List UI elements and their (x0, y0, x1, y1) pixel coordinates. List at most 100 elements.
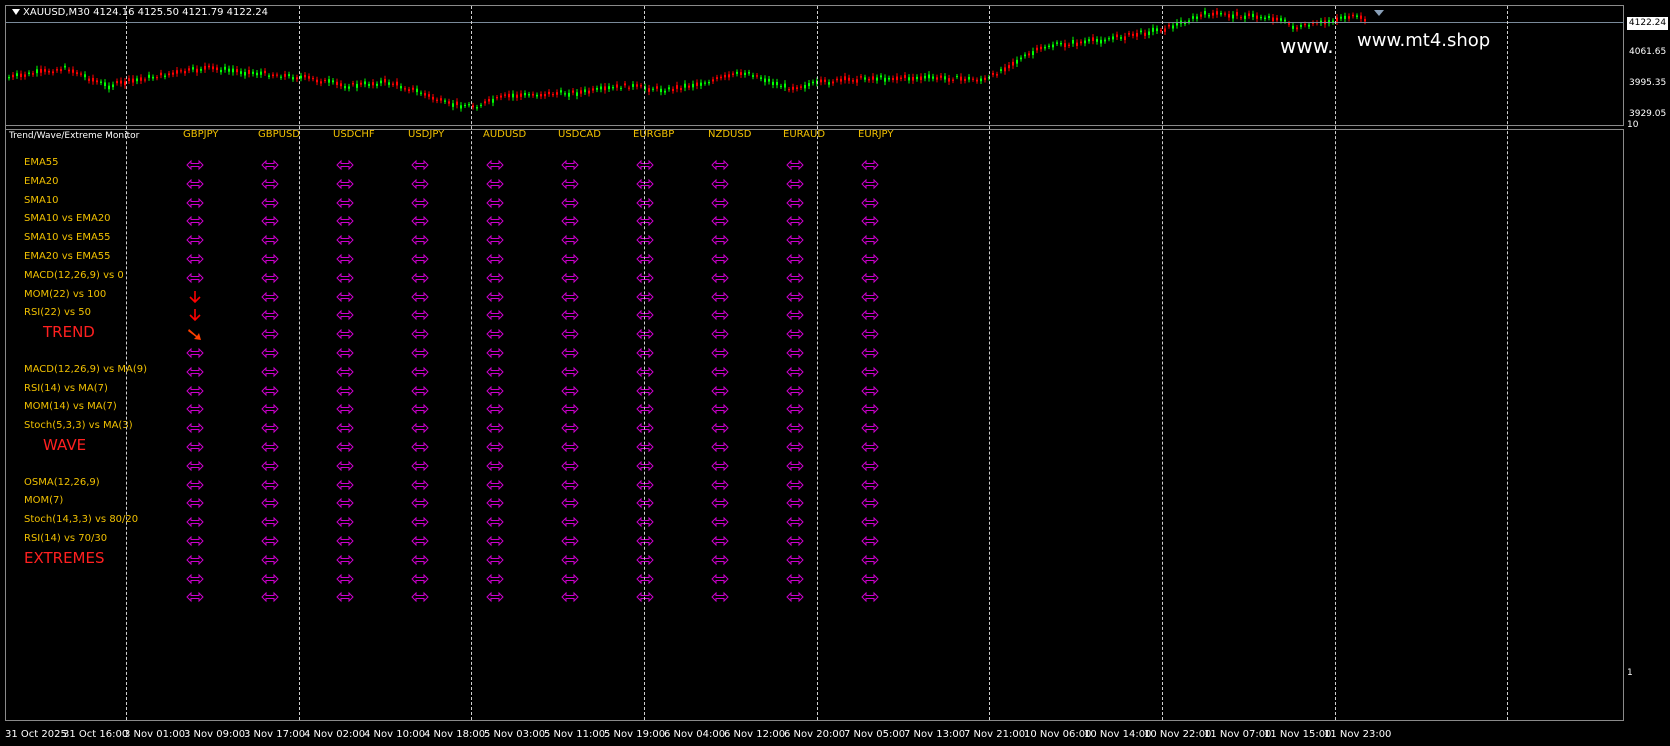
candle-body (468, 104, 470, 106)
down-right-arrow-icon (186, 327, 204, 341)
candle-body (336, 81, 338, 85)
mt4-chart-window[interactable]: XAUUSD,M30 4124.16 4125.50 4121.79 4122.… (0, 0, 1670, 746)
neutral-arrow-icon (186, 233, 204, 246)
time-axis-label: 11 Nov 23:00 (1324, 729, 1392, 740)
neutral-arrow-icon (411, 346, 429, 359)
neutral-arrow-icon (336, 158, 354, 171)
row-label: MOM(14) vs MA(7) (24, 401, 117, 413)
candle-body (944, 76, 946, 80)
candle-body (424, 93, 426, 96)
neutral-arrow-icon (486, 496, 504, 509)
candle-body (136, 78, 138, 82)
candle-body (260, 71, 262, 75)
candle-body (776, 81, 778, 86)
neutral-arrow-icon (486, 590, 504, 603)
neutral-arrow-icon (711, 196, 729, 208)
grid-line (644, 6, 645, 720)
neutral-arrow-icon (636, 196, 654, 208)
neutral-arrow-icon (636, 459, 654, 472)
candle-body (580, 90, 582, 94)
candle-body (876, 77, 878, 81)
neutral-arrow-icon (636, 478, 654, 490)
neutral-arrow-icon (561, 271, 579, 284)
chart-area[interactable]: XAUUSD,M30 4124.16 4125.50 4121.79 4122.… (5, 5, 1625, 721)
candle-body (688, 85, 690, 88)
neutral-arrow-icon (561, 158, 579, 171)
candle-body (700, 82, 702, 86)
candle-body (1064, 43, 1066, 48)
neutral-arrow-icon (411, 534, 429, 547)
neutral-arrow-icon (711, 590, 729, 603)
candle-body (1000, 69, 1002, 72)
neutral-arrow-icon (711, 346, 729, 359)
candle-body (976, 79, 978, 82)
neutral-arrow-icon (336, 402, 354, 415)
candle-body (1340, 16, 1342, 19)
candle-body (500, 95, 502, 98)
time-axis-label: 11 Nov 15:00 (1264, 729, 1332, 740)
neutral-arrow-icon (561, 233, 579, 246)
candle-body (460, 105, 462, 109)
candle-body (912, 76, 914, 81)
neutral-arrow-icon (861, 346, 879, 359)
candle-body (340, 83, 342, 87)
neutral-arrow-icon (786, 346, 804, 359)
candle-body (1344, 15, 1346, 19)
neutral-arrow-icon (186, 572, 204, 584)
neutral-arrow-icon (786, 440, 804, 453)
candle-body (116, 81, 118, 84)
neutral-arrow-icon (711, 233, 729, 246)
candle-body (380, 80, 382, 84)
neutral-arrow-icon (336, 421, 354, 434)
candle-body (560, 90, 562, 93)
candle-body (16, 73, 18, 77)
neutral-arrow-icon (336, 346, 354, 359)
neutral-arrow-icon (261, 515, 279, 528)
row-label: MOM(22) vs 100 (24, 288, 107, 300)
candle-body (248, 70, 250, 74)
candle-body (1080, 41, 1082, 44)
price-candles[interactable] (6, 6, 1623, 124)
candle-body (180, 70, 182, 72)
candle-body (44, 69, 46, 72)
candle-body (928, 74, 930, 79)
neutral-arrow-icon (561, 590, 579, 603)
neutral-arrow-icon (261, 233, 279, 246)
candle-body (712, 79, 714, 82)
candle-body (908, 77, 910, 81)
neutral-arrow-icon (186, 196, 204, 208)
time-axis-label: 5 Nov 03:00 (484, 729, 546, 740)
candle-body (400, 86, 402, 89)
neutral-arrow-icon (636, 384, 654, 396)
neutral-arrow-icon (786, 459, 804, 472)
candle-body (860, 76, 862, 78)
neutral-arrow-icon (561, 459, 579, 472)
neutral-arrow-icon (786, 421, 804, 434)
candle-body (732, 73, 734, 75)
candle-body (548, 91, 550, 95)
candle-body (872, 76, 874, 80)
candle-body (1164, 28, 1166, 32)
candle-body (372, 82, 374, 86)
neutral-arrow-icon (261, 402, 279, 415)
candle-body (892, 78, 894, 81)
candle-body (432, 96, 434, 100)
watermark-left: www. (1280, 34, 1334, 58)
shift-marker-icon[interactable] (1374, 10, 1384, 16)
neutral-arrow-icon (861, 572, 879, 584)
candle-body (520, 93, 522, 97)
candle-body (120, 80, 122, 84)
neutral-arrow-icon (336, 327, 354, 340)
time-axis-label: 5 Nov 11:00 (544, 729, 606, 740)
candle-body (964, 78, 966, 81)
candle-body (176, 70, 178, 74)
price-axis[interactable]: 4122.24 4061.65 3995.35 3929.05 10 1 (1624, 5, 1670, 721)
candle-body (784, 83, 786, 88)
neutral-arrow-icon (486, 214, 504, 227)
neutral-arrow-icon (336, 271, 354, 284)
candle-body (616, 84, 618, 88)
section-label-trend: TREND (43, 323, 95, 342)
candle-body (932, 76, 934, 79)
candle-body (168, 73, 170, 76)
candle-body (1212, 12, 1214, 16)
